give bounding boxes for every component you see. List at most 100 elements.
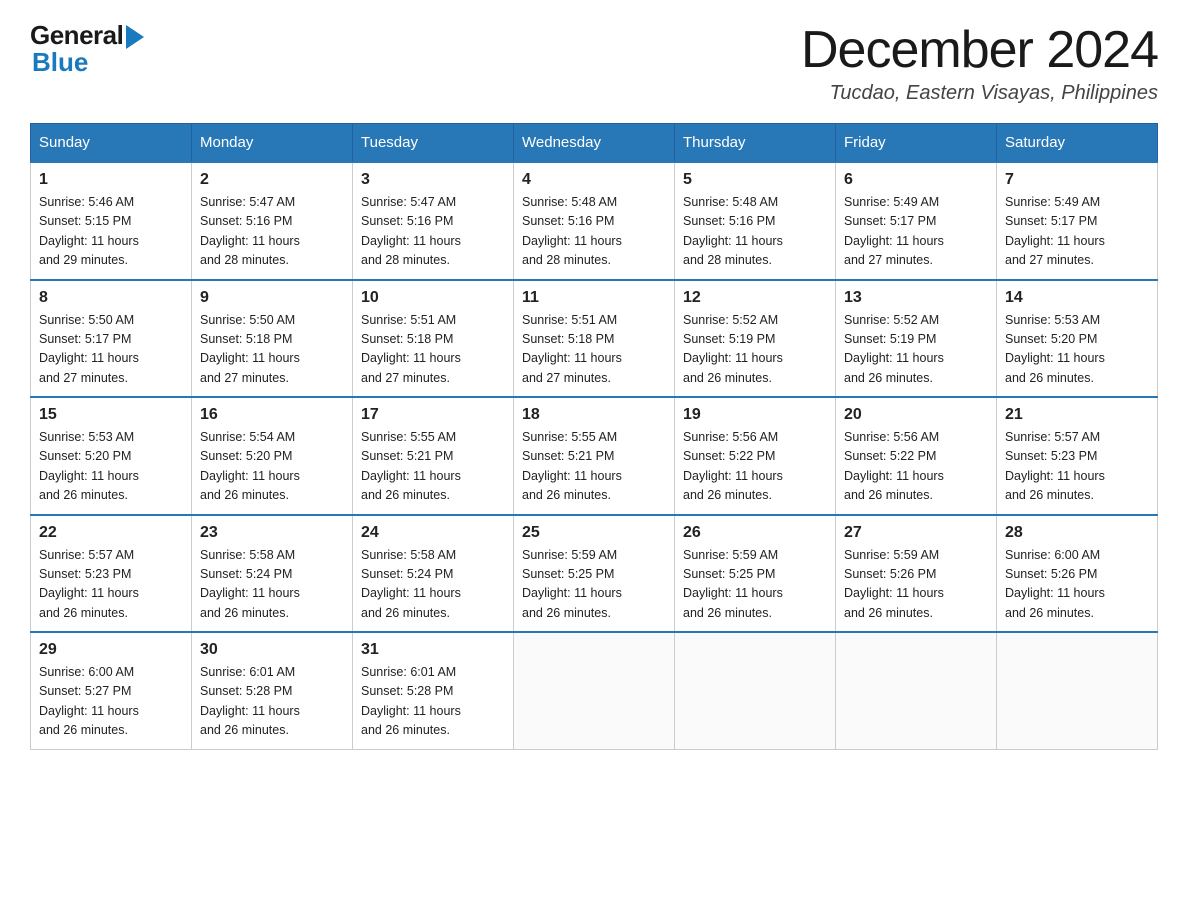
day-number: 19	[683, 406, 827, 424]
calendar-cell: 6 Sunrise: 5:49 AMSunset: 5:17 PMDayligh…	[836, 162, 997, 280]
calendar-cell: 25 Sunrise: 5:59 AMSunset: 5:25 PMDaylig…	[514, 515, 675, 633]
day-number: 16	[200, 406, 344, 424]
day-info: Sunrise: 5:49 AMSunset: 5:17 PMDaylight:…	[844, 195, 944, 267]
day-number: 4	[522, 171, 666, 189]
day-info: Sunrise: 5:58 AMSunset: 5:24 PMDaylight:…	[200, 548, 300, 620]
calendar-header-row: Sunday Monday Tuesday Wednesday Thursday…	[31, 124, 1158, 163]
day-info: Sunrise: 5:49 AMSunset: 5:17 PMDaylight:…	[1005, 195, 1105, 267]
day-number: 28	[1005, 524, 1149, 542]
calendar-cell: 23 Sunrise: 5:58 AMSunset: 5:24 PMDaylig…	[192, 515, 353, 633]
calendar-cell: 5 Sunrise: 5:48 AMSunset: 5:16 PMDayligh…	[675, 162, 836, 280]
day-info: Sunrise: 6:01 AMSunset: 5:28 PMDaylight:…	[361, 665, 461, 737]
title-block: December 2024 Tucdao, Eastern Visayas, P…	[801, 20, 1158, 105]
calendar-table: Sunday Monday Tuesday Wednesday Thursday…	[30, 123, 1158, 750]
month-title: December 2024	[801, 20, 1158, 80]
calendar-week-row-5: 29 Sunrise: 6:00 AMSunset: 5:27 PMDaylig…	[31, 632, 1158, 749]
header-friday: Friday	[836, 124, 997, 163]
calendar-cell: 4 Sunrise: 5:48 AMSunset: 5:16 PMDayligh…	[514, 162, 675, 280]
calendar-cell: 24 Sunrise: 5:58 AMSunset: 5:24 PMDaylig…	[353, 515, 514, 633]
day-info: Sunrise: 5:53 AMSunset: 5:20 PMDaylight:…	[39, 430, 139, 502]
day-number: 13	[844, 289, 988, 307]
calendar-cell: 2 Sunrise: 5:47 AMSunset: 5:16 PMDayligh…	[192, 162, 353, 280]
day-number: 29	[39, 641, 183, 659]
calendar-week-row-3: 15 Sunrise: 5:53 AMSunset: 5:20 PMDaylig…	[31, 397, 1158, 515]
header-wednesday: Wednesday	[514, 124, 675, 163]
logo-blue-text: Blue	[32, 47, 88, 78]
day-info: Sunrise: 5:56 AMSunset: 5:22 PMDaylight:…	[844, 430, 944, 502]
day-info: Sunrise: 5:48 AMSunset: 5:16 PMDaylight:…	[683, 195, 783, 267]
day-number: 1	[39, 171, 183, 189]
day-info: Sunrise: 5:53 AMSunset: 5:20 PMDaylight:…	[1005, 313, 1105, 385]
calendar-cell: 13 Sunrise: 5:52 AMSunset: 5:19 PMDaylig…	[836, 280, 997, 398]
day-number: 10	[361, 289, 505, 307]
calendar-cell: 17 Sunrise: 5:55 AMSunset: 5:21 PMDaylig…	[353, 397, 514, 515]
day-number: 18	[522, 406, 666, 424]
logo-triangle-icon	[126, 25, 144, 49]
day-info: Sunrise: 5:52 AMSunset: 5:19 PMDaylight:…	[683, 313, 783, 385]
day-info: Sunrise: 5:48 AMSunset: 5:16 PMDaylight:…	[522, 195, 622, 267]
day-number: 21	[1005, 406, 1149, 424]
day-number: 26	[683, 524, 827, 542]
day-info: Sunrise: 5:51 AMSunset: 5:18 PMDaylight:…	[522, 313, 622, 385]
day-info: Sunrise: 5:57 AMSunset: 5:23 PMDaylight:…	[1005, 430, 1105, 502]
day-number: 8	[39, 289, 183, 307]
day-info: Sunrise: 5:58 AMSunset: 5:24 PMDaylight:…	[361, 548, 461, 620]
day-number: 20	[844, 406, 988, 424]
calendar-week-row-1: 1 Sunrise: 5:46 AMSunset: 5:15 PMDayligh…	[31, 162, 1158, 280]
day-info: Sunrise: 5:55 AMSunset: 5:21 PMDaylight:…	[361, 430, 461, 502]
calendar-cell: 28 Sunrise: 6:00 AMSunset: 5:26 PMDaylig…	[997, 515, 1158, 633]
day-number: 24	[361, 524, 505, 542]
header-thursday: Thursday	[675, 124, 836, 163]
calendar-cell: 14 Sunrise: 5:53 AMSunset: 5:20 PMDaylig…	[997, 280, 1158, 398]
day-number: 17	[361, 406, 505, 424]
calendar-cell: 8 Sunrise: 5:50 AMSunset: 5:17 PMDayligh…	[31, 280, 192, 398]
calendar-week-row-2: 8 Sunrise: 5:50 AMSunset: 5:17 PMDayligh…	[31, 280, 1158, 398]
calendar-cell: 15 Sunrise: 5:53 AMSunset: 5:20 PMDaylig…	[31, 397, 192, 515]
day-number: 15	[39, 406, 183, 424]
calendar-cell: 30 Sunrise: 6:01 AMSunset: 5:28 PMDaylig…	[192, 632, 353, 749]
day-info: Sunrise: 5:52 AMSunset: 5:19 PMDaylight:…	[844, 313, 944, 385]
calendar-cell: 12 Sunrise: 5:52 AMSunset: 5:19 PMDaylig…	[675, 280, 836, 398]
day-number: 30	[200, 641, 344, 659]
calendar-cell	[997, 632, 1158, 749]
calendar-cell: 19 Sunrise: 5:56 AMSunset: 5:22 PMDaylig…	[675, 397, 836, 515]
day-info: Sunrise: 5:59 AMSunset: 5:25 PMDaylight:…	[683, 548, 783, 620]
day-info: Sunrise: 5:47 AMSunset: 5:16 PMDaylight:…	[361, 195, 461, 267]
day-info: Sunrise: 5:50 AMSunset: 5:17 PMDaylight:…	[39, 313, 139, 385]
day-number: 14	[1005, 289, 1149, 307]
calendar-cell: 27 Sunrise: 5:59 AMSunset: 5:26 PMDaylig…	[836, 515, 997, 633]
calendar-week-row-4: 22 Sunrise: 5:57 AMSunset: 5:23 PMDaylig…	[31, 515, 1158, 633]
day-info: Sunrise: 5:56 AMSunset: 5:22 PMDaylight:…	[683, 430, 783, 502]
day-number: 5	[683, 171, 827, 189]
calendar-cell: 20 Sunrise: 5:56 AMSunset: 5:22 PMDaylig…	[836, 397, 997, 515]
header-tuesday: Tuesday	[353, 124, 514, 163]
calendar-cell: 11 Sunrise: 5:51 AMSunset: 5:18 PMDaylig…	[514, 280, 675, 398]
calendar-cell: 18 Sunrise: 5:55 AMSunset: 5:21 PMDaylig…	[514, 397, 675, 515]
page-header: General Blue December 2024 Tucdao, Easte…	[30, 20, 1158, 105]
calendar-cell	[836, 632, 997, 749]
day-number: 11	[522, 289, 666, 307]
location-text: Tucdao, Eastern Visayas, Philippines	[801, 82, 1158, 105]
day-info: Sunrise: 5:46 AMSunset: 5:15 PMDaylight:…	[39, 195, 139, 267]
day-info: Sunrise: 5:59 AMSunset: 5:26 PMDaylight:…	[844, 548, 944, 620]
day-number: 23	[200, 524, 344, 542]
day-info: Sunrise: 5:47 AMSunset: 5:16 PMDaylight:…	[200, 195, 300, 267]
header-monday: Monday	[192, 124, 353, 163]
day-number: 3	[361, 171, 505, 189]
day-info: Sunrise: 6:00 AMSunset: 5:27 PMDaylight:…	[39, 665, 139, 737]
calendar-cell: 7 Sunrise: 5:49 AMSunset: 5:17 PMDayligh…	[997, 162, 1158, 280]
calendar-cell: 22 Sunrise: 5:57 AMSunset: 5:23 PMDaylig…	[31, 515, 192, 633]
day-info: Sunrise: 5:51 AMSunset: 5:18 PMDaylight:…	[361, 313, 461, 385]
calendar-cell: 10 Sunrise: 5:51 AMSunset: 5:18 PMDaylig…	[353, 280, 514, 398]
header-sunday: Sunday	[31, 124, 192, 163]
day-info: Sunrise: 5:55 AMSunset: 5:21 PMDaylight:…	[522, 430, 622, 502]
day-info: Sunrise: 5:59 AMSunset: 5:25 PMDaylight:…	[522, 548, 622, 620]
calendar-cell: 9 Sunrise: 5:50 AMSunset: 5:18 PMDayligh…	[192, 280, 353, 398]
day-number: 12	[683, 289, 827, 307]
day-info: Sunrise: 5:57 AMSunset: 5:23 PMDaylight:…	[39, 548, 139, 620]
calendar-cell: 3 Sunrise: 5:47 AMSunset: 5:16 PMDayligh…	[353, 162, 514, 280]
calendar-cell: 26 Sunrise: 5:59 AMSunset: 5:25 PMDaylig…	[675, 515, 836, 633]
calendar-cell: 29 Sunrise: 6:00 AMSunset: 5:27 PMDaylig…	[31, 632, 192, 749]
calendar-cell	[514, 632, 675, 749]
day-number: 27	[844, 524, 988, 542]
